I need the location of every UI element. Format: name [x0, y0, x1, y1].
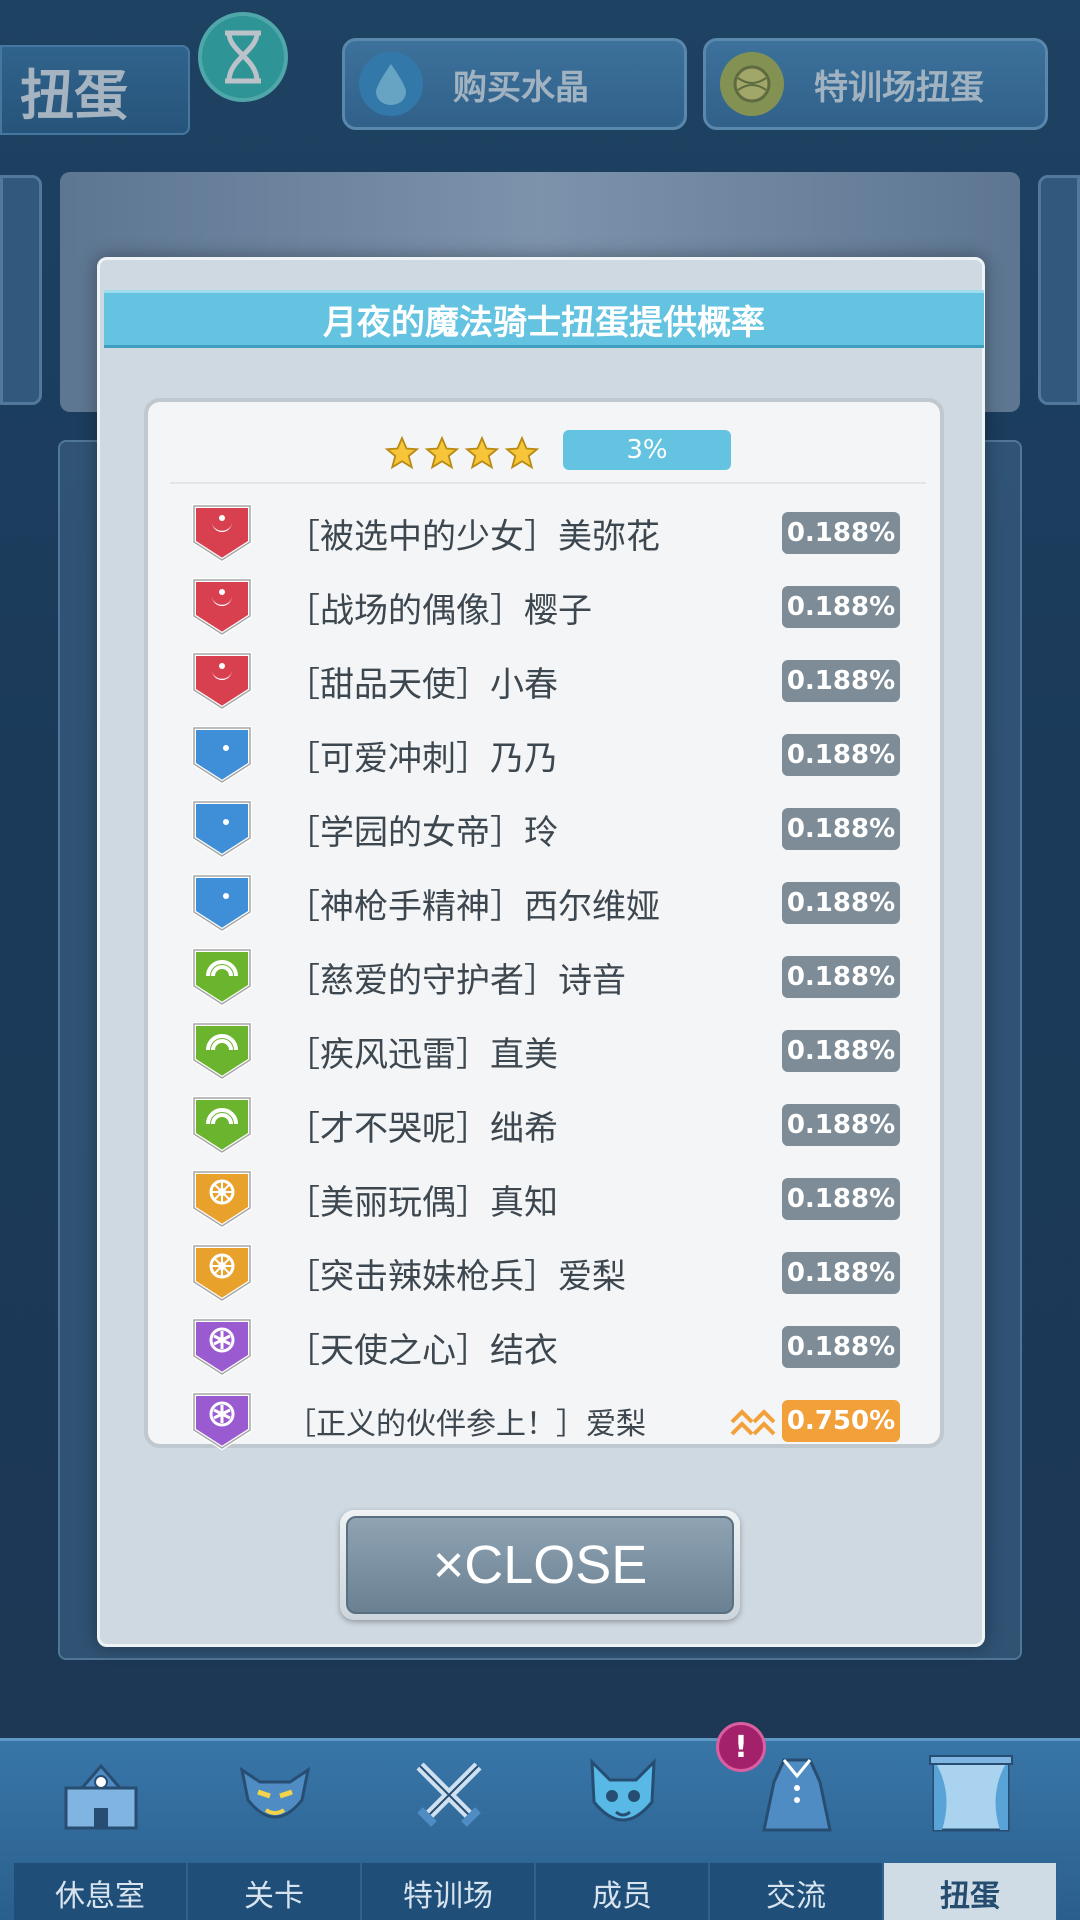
blue-attribute-icon — [190, 724, 254, 786]
green-attribute-icon — [190, 1020, 254, 1082]
drop-rate: 0.188% — [782, 1252, 900, 1294]
star-icon — [503, 434, 541, 472]
probability-dialog: 月夜的魔法骑士扭蛋提供概率 3% ［被选中的少女］美弥花 0.188% ［战场的偶像… — [97, 257, 985, 1647]
orange-attribute-icon — [190, 1242, 254, 1304]
demon-icon — [231, 1751, 319, 1839]
curtain-icon — [927, 1751, 1015, 1839]
probability-row: ［可爱冲刺］乃乃 0.188% — [148, 718, 940, 792]
drop-rate: 0.188% — [782, 660, 900, 702]
card-name: ［神枪手精神］西尔维娅 — [286, 886, 660, 927]
drop-rate: 0.188% — [782, 1104, 900, 1146]
card-name: ［天使之心］结衣 — [286, 1330, 558, 1371]
nav-label: 关卡 — [188, 1863, 362, 1920]
nav-item-4[interactable]: 成员 — [536, 1741, 710, 1920]
probability-row: ［美丽玩偶］真知 0.188% — [148, 1162, 940, 1236]
star-icon — [383, 434, 421, 472]
notification-badge: ! — [716, 1722, 766, 1772]
probability-row: ［被选中的少女］美弥花 0.188% — [148, 496, 940, 570]
drop-rate: 0.188% — [782, 1030, 900, 1072]
drop-rate: 0.188% — [782, 1326, 900, 1368]
close-button-label: ×CLOSE — [346, 1516, 734, 1614]
purple-attribute-icon — [190, 1390, 254, 1452]
drop-rate: 0.750% — [782, 1400, 900, 1442]
rarity-rate: 3% — [563, 430, 731, 470]
card-name: ［战场的偶像］樱子 — [286, 590, 592, 631]
nav-label: 交流 — [710, 1863, 884, 1920]
drop-rate: 0.188% — [782, 734, 900, 776]
probability-row: ［才不哭呢］绌希 0.188% — [148, 1088, 940, 1162]
card-name: ［才不哭呢］绌希 — [286, 1108, 558, 1149]
card-name: ［被选中的少女］美弥花 — [286, 516, 660, 557]
nav-label: 休息室 — [14, 1863, 188, 1920]
card-name: ［可爱冲刺］乃乃 — [286, 738, 558, 779]
nav-item-3[interactable]: 特训场 — [362, 1741, 536, 1920]
probability-row: ［学园的女帝］玲 0.188% — [148, 792, 940, 866]
probability-list: 3% ［被选中的少女］美弥花 0.188% ［战场的偶像］樱子 0.188% ［甜品天使… — [144, 398, 944, 1451]
drop-rate: 0.188% — [782, 882, 900, 924]
card-name: ［慈爱的守护者］诗音 — [286, 960, 626, 1001]
crossed-swords-icon — [405, 1751, 493, 1839]
drop-rate: 0.188% — [782, 808, 900, 850]
nav-item-1[interactable]: 休息室 — [14, 1741, 188, 1920]
nav-item-2[interactable]: 关卡 — [188, 1741, 362, 1920]
probability-row: ［神枪手精神］西尔维娅 0.188% — [148, 866, 940, 940]
blue-attribute-icon — [190, 798, 254, 860]
blue-attribute-icon — [190, 872, 254, 934]
red-attribute-icon — [190, 576, 254, 638]
drop-rate: 0.188% — [782, 1178, 900, 1220]
bottom-nav: 休息室 关卡 特训场 成员 交流 扭蛋 — [0, 1738, 1080, 1920]
cat-member-icon — [579, 1751, 667, 1839]
nav-item-6[interactable]: 扭蛋 — [884, 1741, 1058, 1920]
card-name: ［正义的伙伴参上！］爱梨 — [286, 1407, 646, 1442]
nav-label: 扭蛋 — [884, 1863, 1058, 1920]
four-star-rating — [383, 434, 543, 472]
card-name: ［美丽玩偶］真知 — [286, 1182, 558, 1223]
drop-rate: 0.188% — [782, 586, 900, 628]
probability-row: ［甜品天使］小春 0.188% — [148, 644, 940, 718]
card-name: ［甜品天使］小春 — [286, 664, 558, 705]
school-icon — [57, 1751, 145, 1839]
card-name: ［疾风迅雷］直美 — [286, 1034, 558, 1075]
purple-attribute-icon — [190, 1316, 254, 1378]
star-icon — [423, 434, 461, 472]
probability-row: ［天使之心］结衣 0.188% — [148, 1310, 940, 1384]
red-attribute-icon — [190, 650, 254, 712]
card-name: ［突击辣妹枪兵］爱梨 — [286, 1256, 626, 1297]
close-button[interactable]: ×CLOSE — [340, 1510, 740, 1620]
rarity-header: 3% — [148, 428, 940, 484]
drop-rate: 0.188% — [782, 512, 900, 554]
probability-row: ［正义的伙伴参上！］爱梨 0.750% — [148, 1384, 940, 1458]
probability-row: ［慈爱的守护者］诗音 0.188% — [148, 940, 940, 1014]
rate-up-icon — [728, 1402, 780, 1442]
star-icon — [463, 434, 501, 472]
dress-icon — [753, 1751, 841, 1839]
green-attribute-icon — [190, 1094, 254, 1156]
red-attribute-icon — [190, 502, 254, 564]
dialog-title: 月夜的魔法骑士扭蛋提供概率 — [104, 290, 984, 348]
nav-label: 特训场 — [362, 1863, 536, 1920]
nav-label: 成员 — [536, 1863, 710, 1920]
card-name: ［学园的女帝］玲 — [286, 812, 558, 853]
orange-attribute-icon — [190, 1168, 254, 1230]
divider — [170, 482, 926, 484]
probability-row: ［疾风迅雷］直美 0.188% — [148, 1014, 940, 1088]
drop-rate: 0.188% — [782, 956, 900, 998]
probability-row: ［突击辣妹枪兵］爱梨 0.188% — [148, 1236, 940, 1310]
probability-row: ［战场的偶像］樱子 0.188% — [148, 570, 940, 644]
green-attribute-icon — [190, 946, 254, 1008]
